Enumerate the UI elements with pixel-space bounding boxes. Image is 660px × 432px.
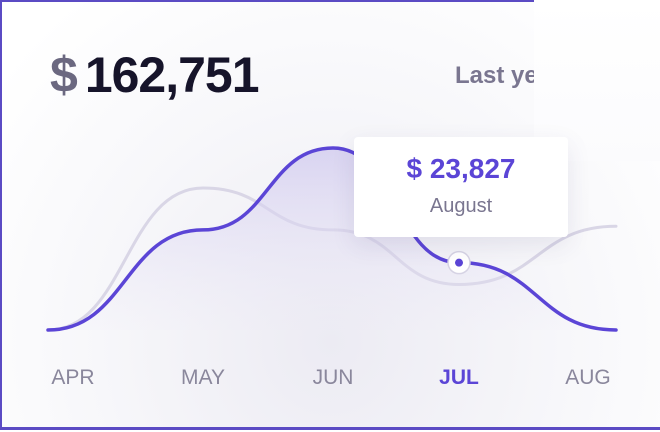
x-axis-label: MAY xyxy=(181,366,225,389)
stage: $162,751 Last ye $ 23,827 August APR MAY… xyxy=(0,0,660,432)
currency-symbol: $ xyxy=(50,47,78,103)
tooltip-label: August xyxy=(429,195,493,217)
tooltip-value: $ 23,827 xyxy=(406,153,516,184)
total-value: 162,751 xyxy=(84,47,260,103)
period-selector[interactable]: Last ye xyxy=(455,62,538,90)
highlight-marker-dot xyxy=(455,258,463,267)
x-axis-label-active[interactable]: JUL xyxy=(439,366,479,390)
x-axis-label: JUN xyxy=(312,366,354,389)
x-axis-label: APR xyxy=(51,366,95,389)
x-axis-label: AUG xyxy=(565,366,611,389)
total-amount: $162,751 xyxy=(50,47,260,103)
chart-tooltip: $ 23,827 August xyxy=(354,137,568,237)
